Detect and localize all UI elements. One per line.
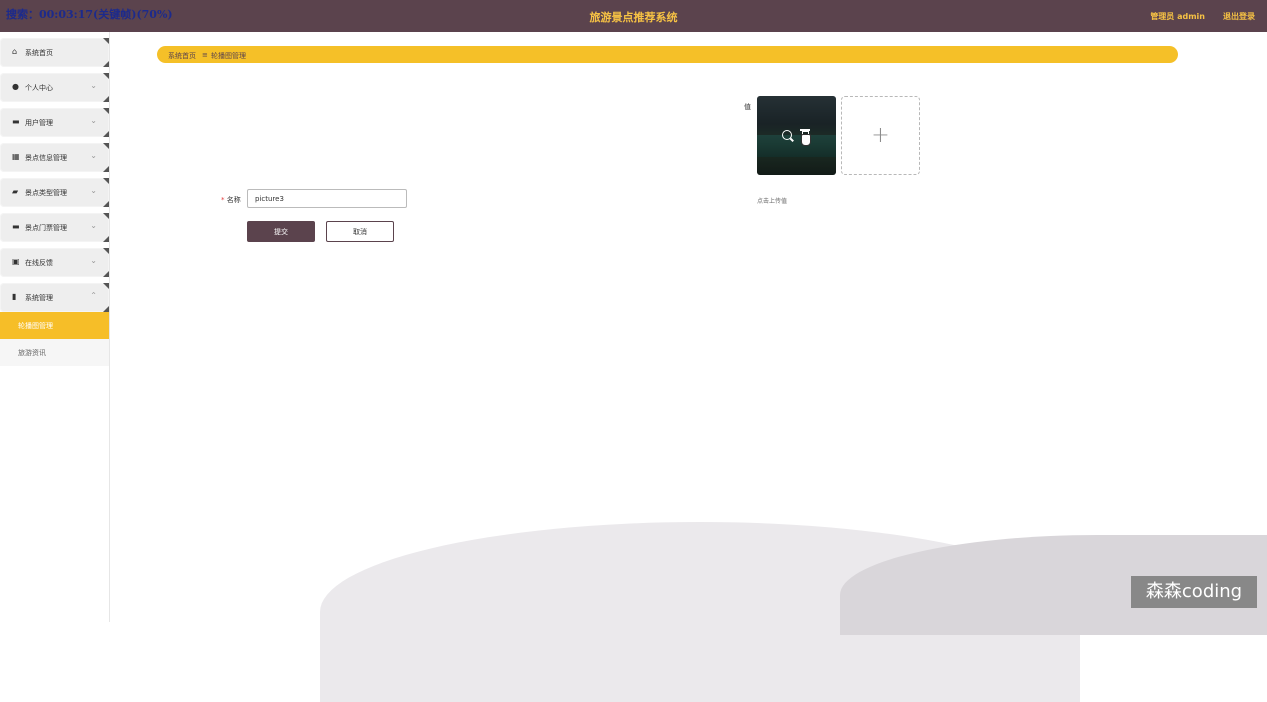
- sidebar-item-spot-types[interactable]: ▰ 景点类型管理 ⌄: [0, 178, 109, 207]
- thumbnail-hover-mask: [757, 96, 836, 175]
- sidebar-item-label: 系统管理: [25, 294, 53, 302]
- chevron-down-icon: ⌄: [90, 116, 97, 125]
- sidebar-item-label: 景点信息管理: [25, 154, 67, 162]
- cancel-button[interactable]: 取消: [326, 221, 394, 242]
- chart-icon: ▮: [12, 292, 17, 301]
- sidebar-subitem-carousel[interactable]: 轮播图管理: [0, 312, 109, 339]
- sidebar: ⌂ 系统首页 ● 个人中心 ⌄ ▬ 用户管理 ⌄ ▦ 景点信息管理 ⌄ ▰ 景点…: [0, 32, 110, 622]
- plus-icon: +: [871, 123, 890, 148]
- sidebar-item-system[interactable]: ▮ 系统管理 ⌃: [0, 283, 109, 312]
- upload-hint: 点击上传值: [757, 198, 788, 205]
- chevron-down-icon: ⌄: [90, 221, 97, 230]
- breadcrumb-separator: ≡: [202, 51, 208, 59]
- uploaded-image-thumbnail[interactable]: [757, 96, 836, 175]
- sidebar-item-label: 用户管理: [25, 119, 53, 127]
- sidebar-item-label: 系统首页: [25, 49, 53, 57]
- current-user: 管理员 admin: [1150, 12, 1205, 21]
- sidebar-item-tickets[interactable]: ▬ 景点门票管理 ⌄: [0, 213, 109, 242]
- sidebar-item-feedback[interactable]: ▣ 在线反馈 ⌄: [0, 248, 109, 277]
- hand-cursor-icon: [801, 134, 811, 146]
- top-bar: 搜索：00:03:17(关键帧)(70%) 旅游景点推荐系统 管理员 admin…: [0, 0, 1267, 32]
- sidebar-item-label: 景点门票管理: [25, 224, 67, 232]
- app-title: 旅游景点推荐系统: [589, 11, 678, 24]
- sidebar-item-home[interactable]: ⌂ 系统首页: [0, 38, 109, 67]
- breadcrumb-home[interactable]: 系统首页: [168, 51, 196, 61]
- users-icon: ▬: [12, 117, 20, 126]
- submit-button[interactable]: 提交: [247, 221, 315, 242]
- logout-button[interactable]: 退出登录: [1223, 11, 1255, 22]
- watermark: 森森coding: [1131, 576, 1257, 608]
- sidebar-subitem-news[interactable]: 旅游资讯: [0, 339, 109, 366]
- chevron-down-icon: ⌄: [90, 186, 97, 195]
- chevron-down-icon: ⌄: [90, 151, 97, 160]
- sidebar-subitem-label: 旅游资讯: [18, 349, 46, 357]
- name-input[interactable]: picture3: [247, 189, 407, 208]
- user-icon: ●: [12, 82, 19, 91]
- sidebar-subitem-label: 轮播图管理: [18, 322, 53, 330]
- sidebar-item-label: 景点类型管理: [25, 189, 67, 197]
- chevron-up-icon: ⌃: [90, 291, 97, 300]
- name-label: * 名称: [221, 196, 241, 204]
- briefcase-icon: ▰: [12, 187, 19, 196]
- sidebar-item-spots[interactable]: ▦ 景点信息管理 ⌄: [0, 143, 109, 172]
- ticket-icon: ▬: [12, 222, 20, 231]
- sidebar-item-label: 个人中心: [25, 84, 53, 92]
- clipboard-icon: ▣: [12, 257, 20, 266]
- value-label: 值: [744, 103, 751, 111]
- sidebar-item-profile[interactable]: ● 个人中心 ⌄: [0, 73, 109, 102]
- zoom-in-icon[interactable]: [782, 130, 792, 140]
- sidebar-item-label: 在线反馈: [25, 259, 53, 267]
- upload-image-button[interactable]: +: [841, 96, 920, 175]
- sidebar-item-users[interactable]: ▬ 用户管理 ⌄: [0, 108, 109, 137]
- chevron-down-icon: ⌄: [90, 256, 97, 265]
- breadcrumb: 系统首页 ≡ 轮播图管理: [157, 46, 1178, 63]
- breadcrumb-current: 轮播图管理: [211, 52, 246, 60]
- grid-icon: ▦: [12, 152, 20, 161]
- home-icon: ⌂: [12, 47, 18, 56]
- chevron-down-icon: ⌄: [90, 81, 97, 90]
